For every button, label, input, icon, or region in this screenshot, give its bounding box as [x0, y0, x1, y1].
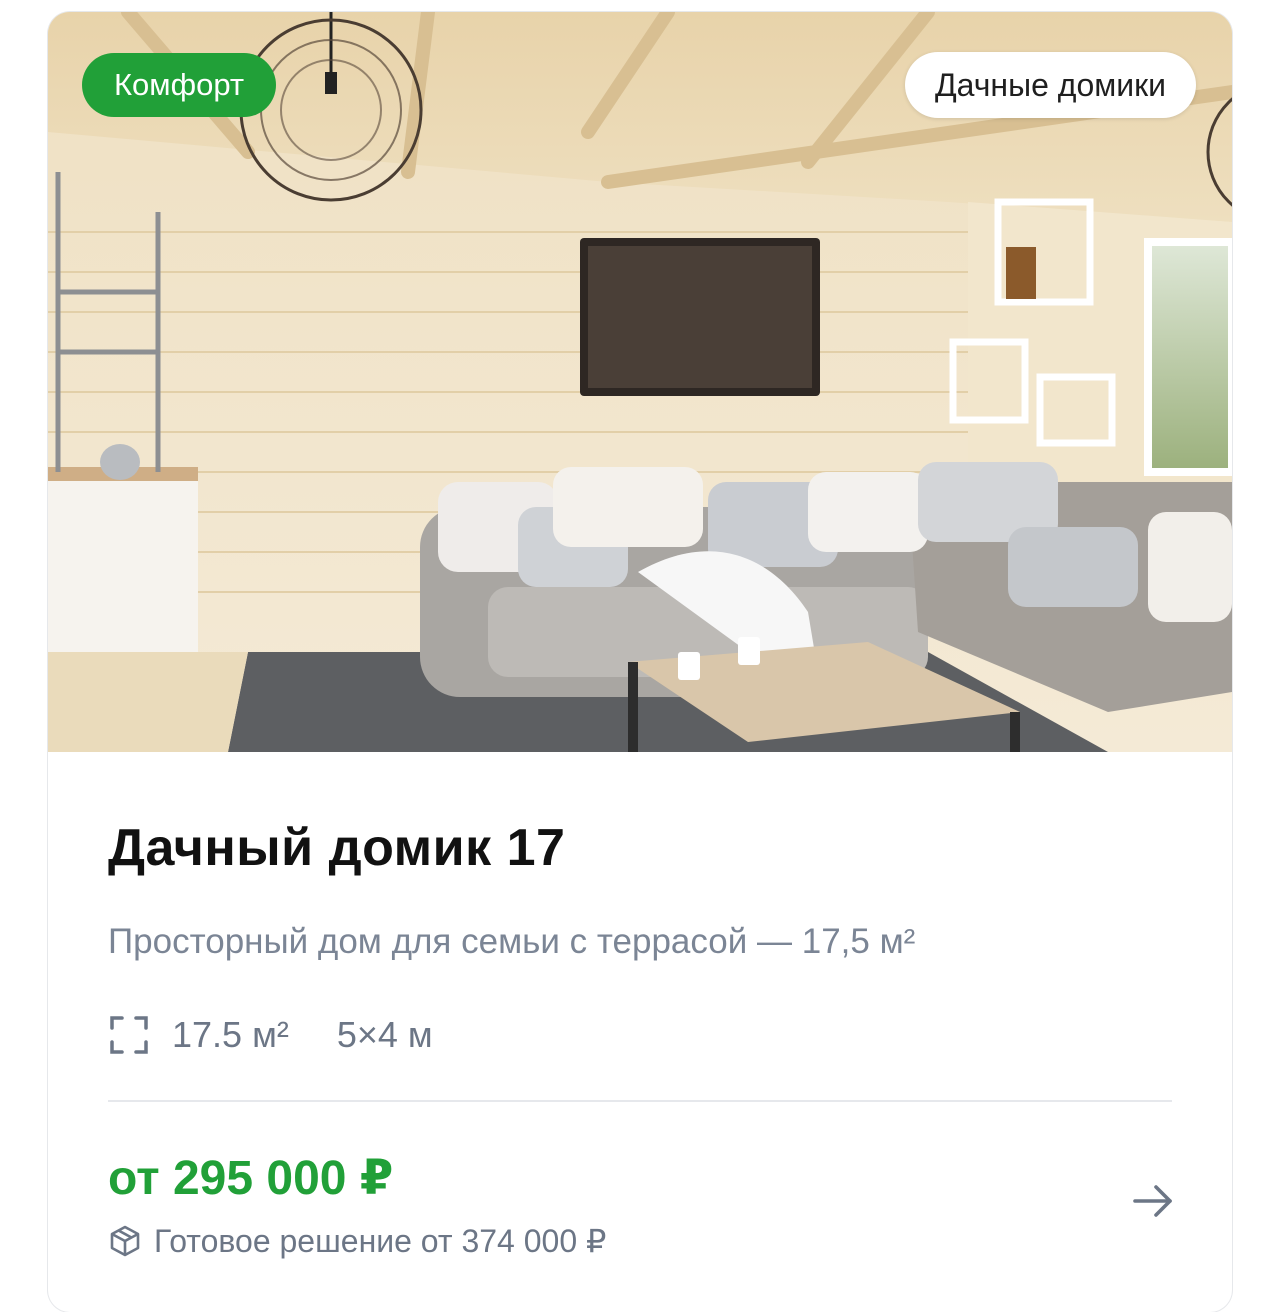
house-photo[interactable]: Комфорт Дачные домики — [48, 12, 1232, 752]
specs-row: 17.5 м² 5×4 м — [108, 1014, 433, 1056]
house-card[interactable]: Комфорт Дачные домики Дачный домик 17 Пр… — [48, 12, 1232, 1312]
category-badge: Комфорт — [82, 53, 277, 117]
card-subtitle: Просторный дом для семьи с террасой — 17… — [108, 922, 916, 961]
arrow-right-icon[interactable] — [1130, 1178, 1176, 1224]
ready-solution-text: Готовое решение от 374 000 ₽ — [154, 1223, 607, 1259]
spec-area: 17.5 м² — [172, 1014, 289, 1055]
divider — [108, 1100, 1172, 1102]
spec-dimensions: 5×4 м — [336, 1014, 433, 1055]
package-box-icon — [110, 1225, 140, 1257]
ready-solution: Готовое решение от 374 000 ₽ — [108, 1222, 606, 1260]
area-frame-icon — [110, 1016, 148, 1054]
interior-illustration — [48, 12, 1232, 752]
type-badge[interactable]: Дачные домики — [904, 52, 1196, 118]
card-title[interactable]: Дачный домик 17 — [108, 818, 565, 878]
price: от 295 000 ₽ — [108, 1152, 394, 1205]
